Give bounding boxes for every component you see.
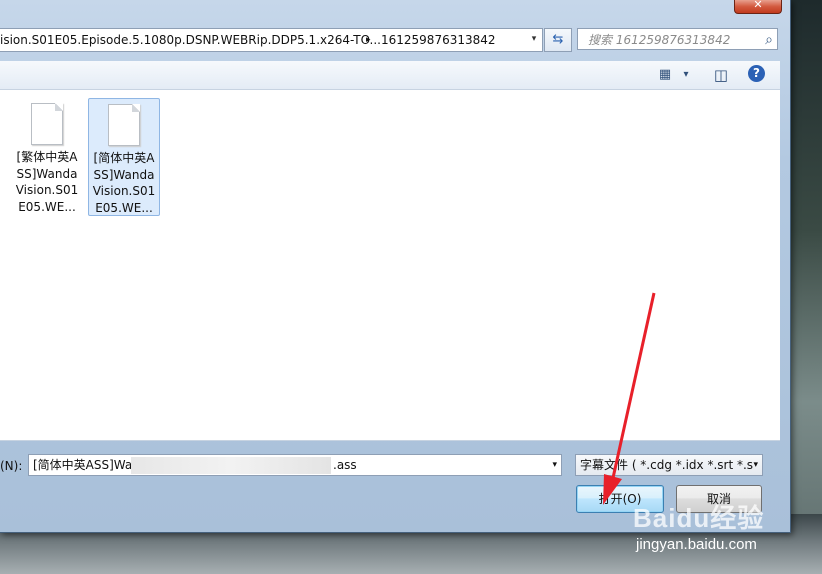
watermark-url: jingyan.baidu.com bbox=[636, 536, 757, 553]
baidu-watermark: Baidu经验 bbox=[633, 503, 765, 533]
annotation-arrow bbox=[603, 292, 656, 505]
